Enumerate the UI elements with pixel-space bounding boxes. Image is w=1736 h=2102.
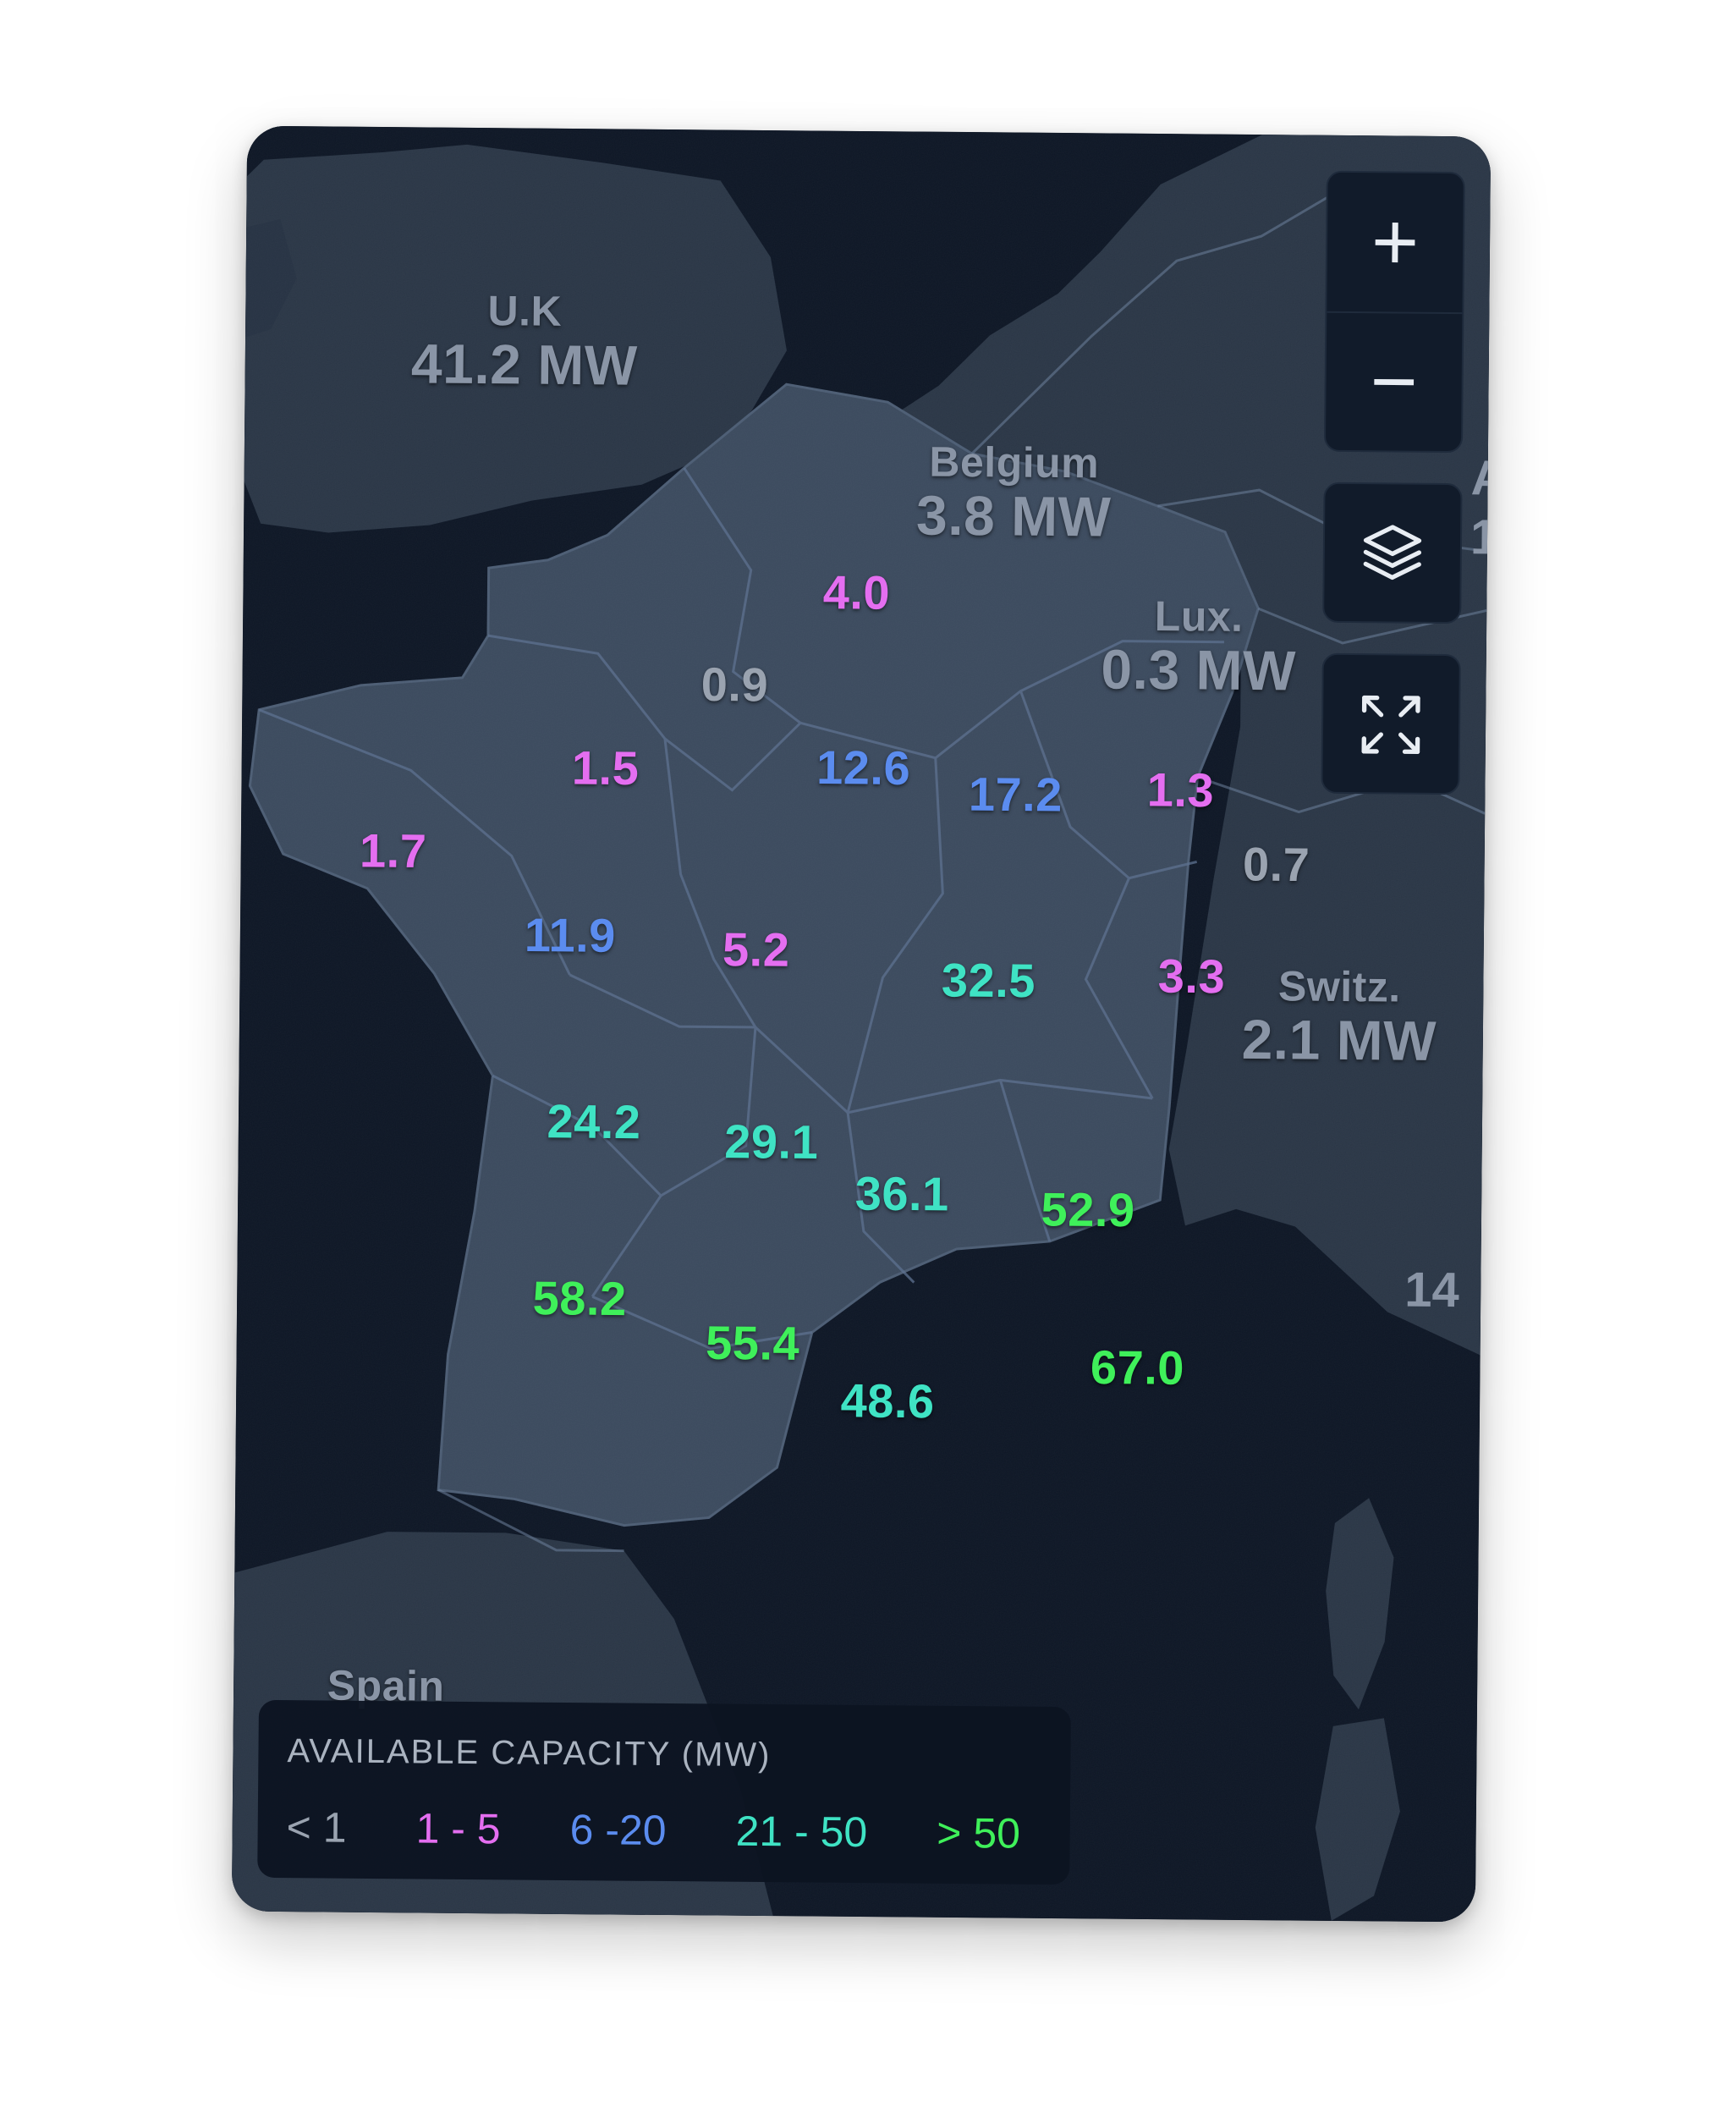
region-value[interactable]: 3.3 — [1158, 949, 1226, 1004]
region-value[interactable]: 1.3 — [1146, 762, 1214, 817]
region-value[interactable]: 17.2 — [969, 767, 1063, 823]
region-value[interactable]: 67.0 — [1090, 1340, 1185, 1395]
legend-item[interactable]: > 50 — [937, 1808, 1020, 1858]
region-value[interactable]: 29.1 — [724, 1114, 819, 1169]
country-label-belgium: Belgium 3.8 MW — [916, 437, 1112, 549]
region-value[interactable]: 11.9 — [525, 907, 616, 963]
edge-label: 1 — [1470, 509, 1492, 565]
legend-item[interactable]: 21 - 50 — [735, 1807, 867, 1857]
country-value: 2.1 MW — [1241, 1007, 1437, 1072]
legend-item[interactable]: 1 - 5 — [415, 1803, 501, 1853]
legend-items: < 1 1 - 5 6 -20 21 - 50 > 50 — [286, 1802, 1041, 1858]
region-value[interactable]: 36.1 — [854, 1165, 949, 1221]
zoom-controls: + − — [1323, 170, 1465, 454]
capacity-legend: AVAILABLE CAPACITY (MW) < 1 1 - 5 6 -20 … — [257, 1699, 1071, 1885]
country-label-lux: Lux. 0.3 MW — [1101, 591, 1296, 702]
fullscreen-button[interactable] — [1322, 655, 1459, 795]
edge-label: 14 — [1404, 1262, 1460, 1318]
legend-title: AVAILABLE CAPACITY (MW) — [287, 1732, 772, 1775]
layers-icon — [1363, 525, 1422, 581]
region-value[interactable]: 58.2 — [532, 1270, 627, 1326]
region-value[interactable]: 24.2 — [547, 1093, 641, 1149]
country-value: 41.2 MW — [410, 332, 638, 397]
map-card[interactable]: U.K 41.2 MW Belgium 3.8 MW Lux. 0.3 MW S… — [231, 125, 1492, 1923]
country-value: 3.8 MW — [915, 483, 1112, 548]
region-value[interactable]: 48.6 — [840, 1373, 935, 1428]
country-name: Lux. — [1154, 592, 1244, 641]
region-value[interactable]: 0.9 — [701, 657, 769, 713]
region-value[interactable]: 1.7 — [360, 823, 427, 878]
region-value[interactable]: 55.4 — [706, 1315, 800, 1371]
legend-item[interactable]: < 1 — [286, 1802, 346, 1852]
country-name: Switz. — [1277, 962, 1401, 1011]
legend-item[interactable]: 6 -20 — [569, 1805, 666, 1855]
region-value[interactable]: 52.9 — [1041, 1181, 1135, 1237]
region-value[interactable]: 4.0 — [822, 564, 890, 620]
zoom-out-button[interactable]: − — [1325, 311, 1463, 452]
country-label-uk: U.K 41.2 MW — [411, 285, 639, 397]
region-value[interactable]: 32.5 — [942, 952, 1036, 1008]
fullscreen-control — [1321, 652, 1461, 795]
region-value[interactable]: 5.2 — [722, 922, 790, 977]
edge-label: A — [1470, 450, 1492, 506]
region-value[interactable]: 0.7 — [1243, 836, 1310, 892]
country-label-switz: Switz. 2.1 MW — [1241, 961, 1437, 1073]
layers-button[interactable] — [1324, 484, 1460, 624]
region-value[interactable]: 1.5 — [572, 740, 640, 796]
zoom-in-button[interactable]: + — [1327, 173, 1463, 312]
region-value[interactable]: 12.6 — [816, 740, 911, 795]
country-name: U.K — [487, 287, 563, 335]
country-value: 0.3 MW — [1101, 637, 1297, 702]
layers-control — [1322, 481, 1463, 625]
expand-icon — [1361, 695, 1420, 755]
country-name: Belgium — [929, 437, 1100, 487]
